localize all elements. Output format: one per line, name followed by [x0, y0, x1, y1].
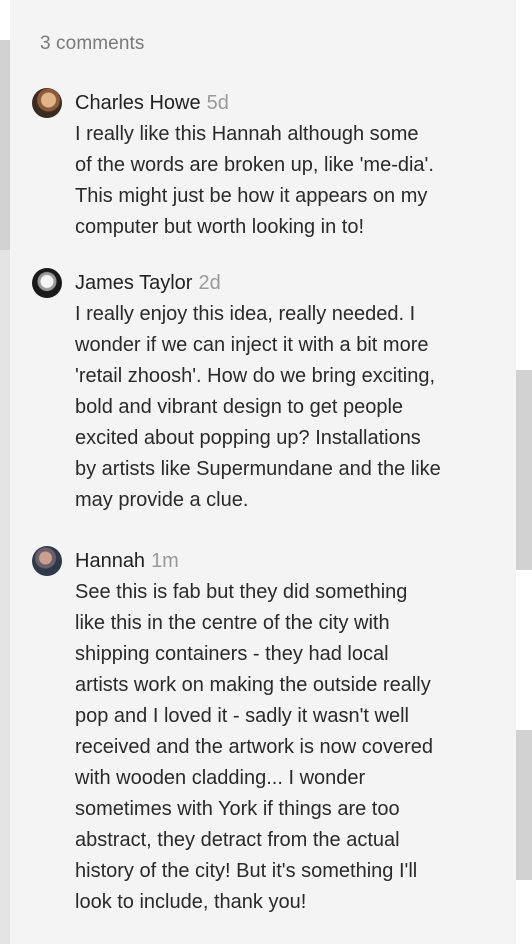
comment-header: Charles Howe 5d [75, 89, 229, 117]
comment-line: shipping containers - they had local [75, 643, 389, 665]
avatar[interactable] [32, 546, 62, 576]
comment-time: 5d [206, 92, 229, 114]
avatar[interactable] [32, 268, 62, 298]
comment-time: 2d [198, 272, 221, 294]
comment-line: of the words are broken up, like 'me-dia… [75, 154, 434, 176]
comment-line: with wooden cladding... I wonder [75, 767, 366, 789]
comment-author[interactable]: Charles Howe [75, 92, 201, 114]
background-shape [516, 140, 532, 370]
comment-line: received and the artwork is now covered [75, 736, 433, 758]
comment-line: wonder if we can inject it with a bit mo… [75, 334, 429, 356]
comment-line: This might just be how it appears on my [75, 185, 428, 207]
comment-header: Hannah 1m [75, 547, 179, 575]
avatar[interactable] [32, 88, 62, 118]
background-shape [516, 570, 532, 730]
comment-author[interactable]: Hannah [75, 550, 145, 572]
comment-line: artists work on making the outside reall… [75, 674, 431, 696]
comment-author[interactable]: James Taylor [75, 272, 192, 294]
comment-line: bold and vibrant design to get people [75, 396, 404, 418]
comment-line: like this in the centre of the city with [75, 612, 390, 634]
comment-line: I really like this Hannah although some [75, 123, 419, 145]
comment-line: pop and I loved it - sadly it wasn't wel… [75, 705, 409, 727]
comment-line: See this is fab but they did something [75, 581, 408, 603]
comment-body: See this is fab but they did something l… [75, 577, 505, 918]
background-shape [0, 250, 10, 944]
comment-line: 'retail zhoosh'. How do we bring excitin… [75, 365, 436, 387]
comment-line: abstract, they detract from the actual [75, 829, 400, 851]
comment-line: may provide a clue. [75, 489, 249, 511]
comments-count: 3 comments [40, 33, 145, 54]
comment-body: I really like this Hannah although some … [75, 119, 505, 243]
comment-line: I really enjoy this idea, really needed.… [75, 303, 416, 325]
comment-line: by artists like Supermundane and the lik… [75, 458, 441, 480]
comments-panel: 3 comments Charles Howe 5d I really like … [10, 0, 516, 944]
comment-line: computer but worth looking in to! [75, 216, 365, 238]
comment-body: I really enjoy this idea, really needed.… [75, 299, 505, 516]
background-shape [516, 880, 532, 944]
comment-line: sometimes with York if things are too [75, 798, 400, 820]
comment-time: 1m [151, 550, 179, 572]
background-shape [516, 0, 532, 140]
comment-line: excited about popping up? Installations [75, 427, 421, 449]
comment-line: history of the city! But it's something … [75, 860, 418, 882]
comment-line: look to include, thank you! [75, 891, 307, 913]
comment-header: James Taylor 2d [75, 269, 221, 297]
